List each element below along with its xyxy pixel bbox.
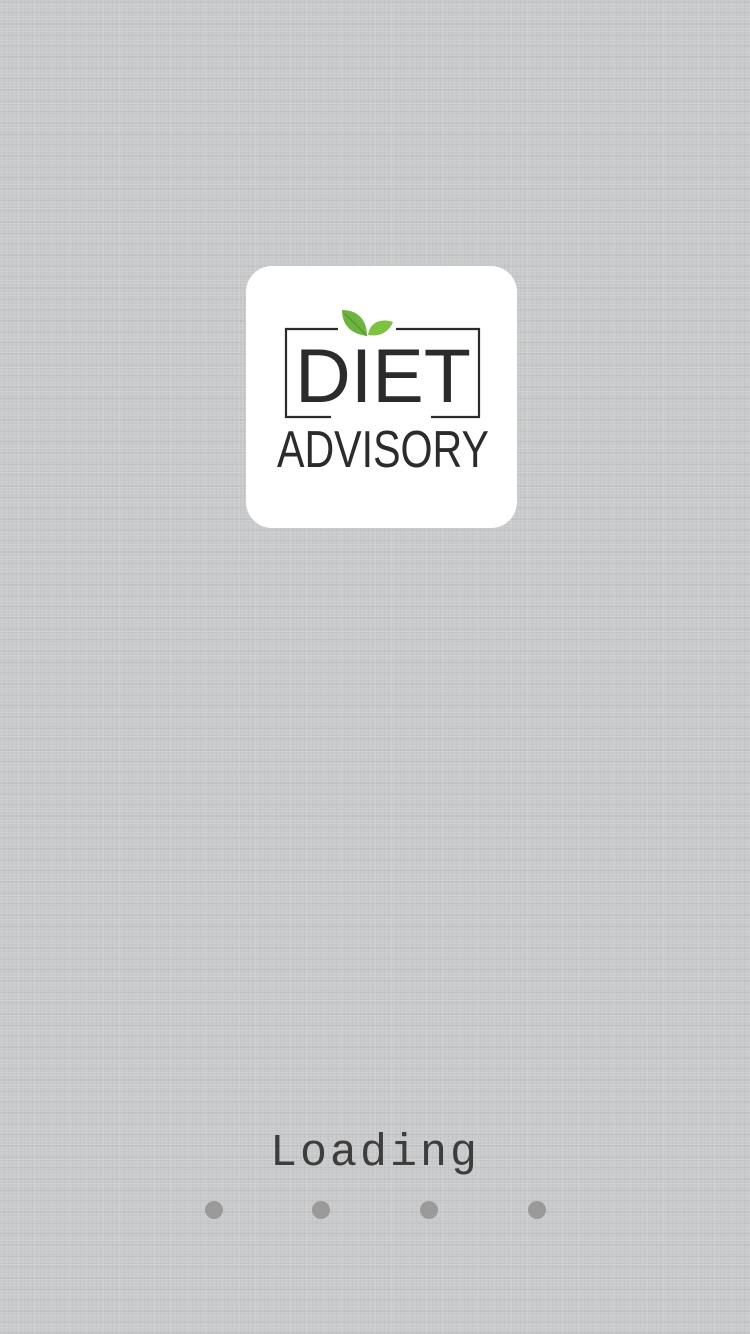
splash-screen: DIET ADVISORY Loading xyxy=(0,0,750,1334)
app-logo: DIET ADVISORY xyxy=(277,310,489,479)
loading-dot xyxy=(312,1201,330,1219)
app-logo-card: DIET ADVISORY xyxy=(246,266,517,528)
loading-dot xyxy=(420,1201,438,1219)
logo-word-advisory: ADVISORY xyxy=(277,421,489,479)
loading-dot xyxy=(205,1201,223,1219)
logo-word-diet: DIET xyxy=(295,334,471,419)
loading-label: Loading xyxy=(269,1128,481,1179)
loading-indicator xyxy=(0,1201,750,1219)
loading-dot xyxy=(528,1201,546,1219)
leaf-icon xyxy=(342,310,393,337)
